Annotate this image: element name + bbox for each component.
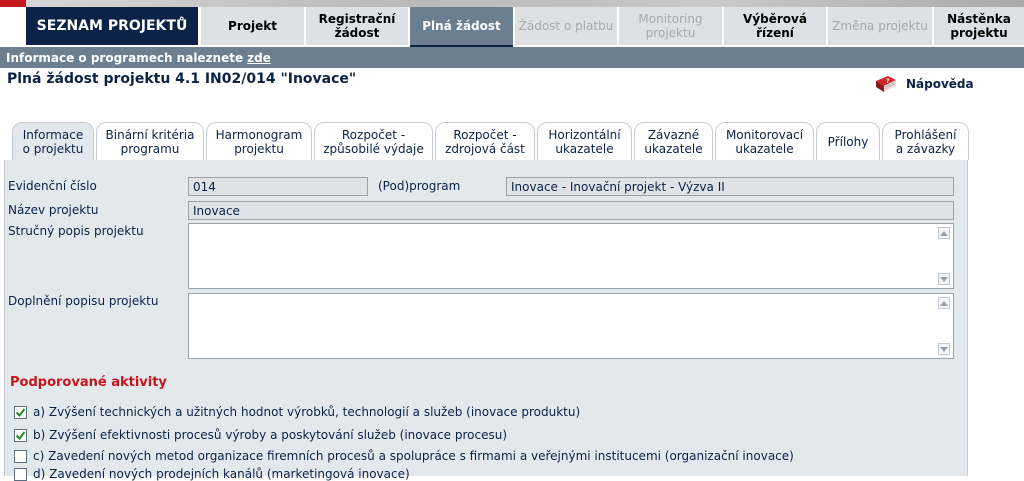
- activity-label-c: c) Zavedení nových metod organizace fire…: [33, 449, 794, 463]
- nav-tab-plna-zadost[interactable]: Plná žádost: [409, 7, 513, 47]
- svg-text:?: ?: [886, 78, 890, 85]
- doplneni-popisu-scrollbar[interactable]: [937, 295, 952, 357]
- activity-checkbox-row-c[interactable]: c) Zavedení nových metod organizace fire…: [14, 449, 794, 463]
- checkbox-c[interactable]: [14, 449, 27, 463]
- scroll-down-arrow-icon[interactable]: [938, 273, 950, 285]
- project-list-button[interactable]: SEZNAM PROJEKTŮ: [26, 7, 200, 45]
- project-tabs: Informace o projektu Binární kritéria pr…: [0, 120, 1024, 160]
- nav-tab-zmena-projektu[interactable]: Změna projektu: [827, 7, 932, 45]
- top-banner-strip: [0, 0, 1024, 7]
- tab-zavazne-ukazatele[interactable]: Závazné ukazatele: [634, 122, 713, 160]
- tab-rozpocet-vydaje[interactable]: Rozpočet - způsobilé výdaje: [314, 122, 433, 160]
- tab-monitorovaci-ukazatele[interactable]: Monitorovací ukazatele: [715, 122, 814, 160]
- tab-rozpocet-zdrojova[interactable]: Rozpočet - zdrojová část: [435, 122, 535, 160]
- tab-harmonogram[interactable]: Harmonogram projektu: [206, 122, 312, 160]
- tab-prohlaseni-a-zavazky[interactable]: Prohlášení a závazky: [882, 122, 969, 160]
- activity-checkbox-row-d[interactable]: d) Zavedení nových prodejních kanálů (ma…: [14, 467, 410, 481]
- nav-tab-plna-zadost-label: Plná žádost: [422, 19, 501, 33]
- info-bar-link[interactable]: zde: [247, 51, 271, 65]
- activity-checkbox-row-a[interactable]: a) Zvýšení technických a užitných hodnot…: [14, 405, 580, 419]
- help-button[interactable]: ? Nápověda: [874, 74, 974, 94]
- help-book-icon: ?: [876, 76, 896, 92]
- nazev-projektu-field[interactable]: Inovace: [188, 201, 954, 220]
- nav-tab-vyberova-rizeni[interactable]: Výběrová řízení: [723, 7, 826, 45]
- help-label: Nápověda: [906, 77, 974, 91]
- label-strucny-popis: Stručný popis projektu: [8, 224, 144, 238]
- tab-informace-o-projektu[interactable]: Informace o projektu: [12, 122, 94, 160]
- activity-checkbox-row-b[interactable]: b) Zvýšení efektivnosti procesů výroby a…: [14, 428, 507, 442]
- nav-tab-monitoring-projektu[interactable]: Monitoring projektu: [618, 7, 722, 45]
- info-bar-text: Informace o programech naleznete: [6, 50, 244, 65]
- nav-tab-nastenka-projektu[interactable]: Nástěnka projektu: [933, 7, 1024, 45]
- tab-horizontalni-ukazatele[interactable]: Horizontální ukazatele: [537, 122, 632, 160]
- checkmark-icon: [15, 407, 26, 417]
- nav-tab-zadost-o-platbu[interactable]: Žádost o platbu: [514, 7, 617, 45]
- scroll-down-arrow-icon[interactable]: [938, 343, 950, 355]
- activity-label-b: b) Zvýšení efektivnosti procesů výroby a…: [33, 428, 508, 442]
- scroll-up-arrow-icon[interactable]: [938, 297, 950, 309]
- evidencni-cislo-field[interactable]: 014: [188, 177, 368, 196]
- checkmark-icon: [15, 430, 26, 440]
- tab-prilohy[interactable]: Přílohy: [816, 122, 880, 160]
- label-evidencni-cislo: Evidenční číslo: [8, 179, 97, 193]
- tab-binarni-kriteria[interactable]: Binární kritéria programu: [96, 122, 204, 160]
- podprogram-field[interactable]: Inovace - Inovační projekt - Výzva II: [506, 177, 954, 196]
- checkbox-a[interactable]: [14, 405, 27, 419]
- label-doplneni-popisu: Doplnění popisu projektu: [8, 294, 159, 308]
- nav-tab-projekt[interactable]: Projekt: [200, 7, 304, 45]
- activity-label-a: a) Zvýšení technických a užitných hodnot…: [33, 405, 581, 419]
- brand-red-mark: [0, 0, 26, 7]
- strucny-popis-textarea[interactable]: [188, 223, 954, 289]
- label-podprogram: (Pod)program: [378, 179, 461, 193]
- activity-label-d: d) Zavedení nových prodejních kanálů (ma…: [33, 467, 410, 481]
- doplneni-popisu-textarea[interactable]: [188, 293, 954, 359]
- scroll-up-arrow-icon[interactable]: [938, 227, 950, 239]
- info-bar: Informace o programech naleznete zde: [0, 47, 1024, 68]
- nav-tab-registracni-zadost[interactable]: Registrační žádost: [305, 7, 408, 45]
- checkbox-d[interactable]: [14, 467, 27, 481]
- top-navigation: SEZNAM PROJEKTŮ Projekt Registrační žádo…: [0, 0, 1024, 47]
- page-title: Plná žádost projektu 4.1 IN02/014 "Inova…: [7, 71, 357, 87]
- section-title-podporovane-aktivity: Podporované aktivity: [10, 375, 167, 390]
- checkbox-b[interactable]: [14, 428, 27, 442]
- label-nazev-projektu: Název projektu: [8, 203, 99, 217]
- strucny-popis-scrollbar[interactable]: [937, 225, 952, 287]
